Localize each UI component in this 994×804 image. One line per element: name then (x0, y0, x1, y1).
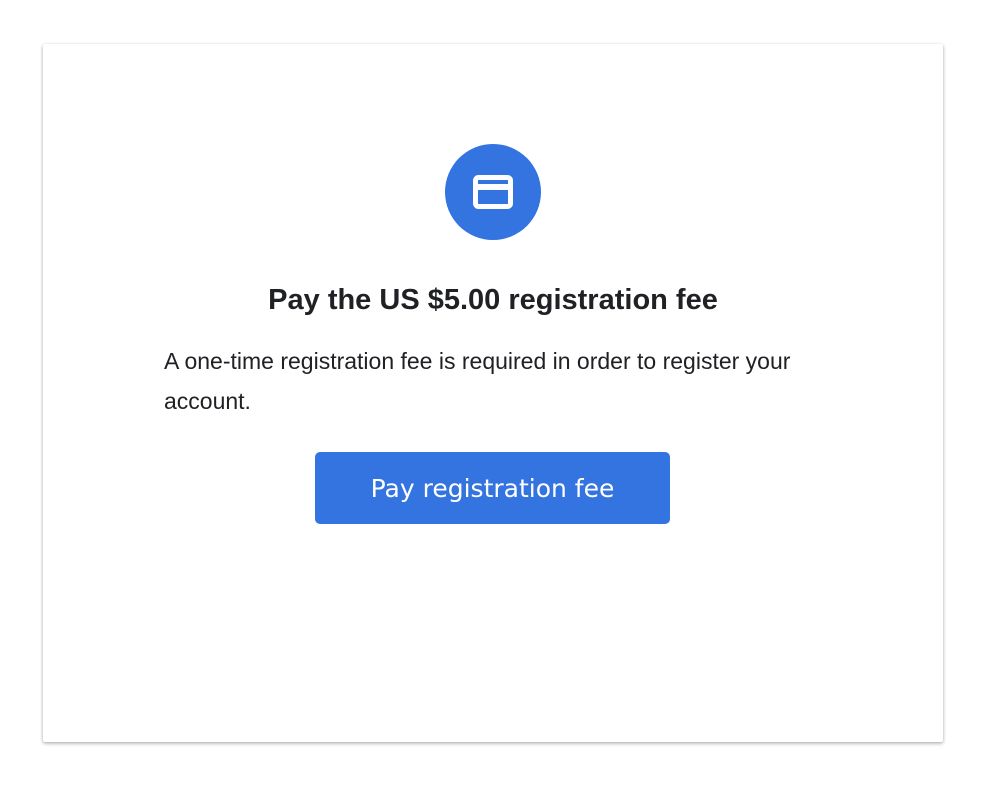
page-title: Pay the US $5.00 registration fee (268, 284, 718, 316)
credit-card-glyph (473, 175, 513, 209)
fee-description: A one-time registration fee is required … (164, 348, 791, 414)
registration-fee-card: Pay the US $5.00 registration fee A one-… (43, 44, 943, 742)
credit-card-icon (445, 144, 541, 240)
pay-registration-fee-button[interactable]: Pay registration fee (315, 452, 670, 524)
